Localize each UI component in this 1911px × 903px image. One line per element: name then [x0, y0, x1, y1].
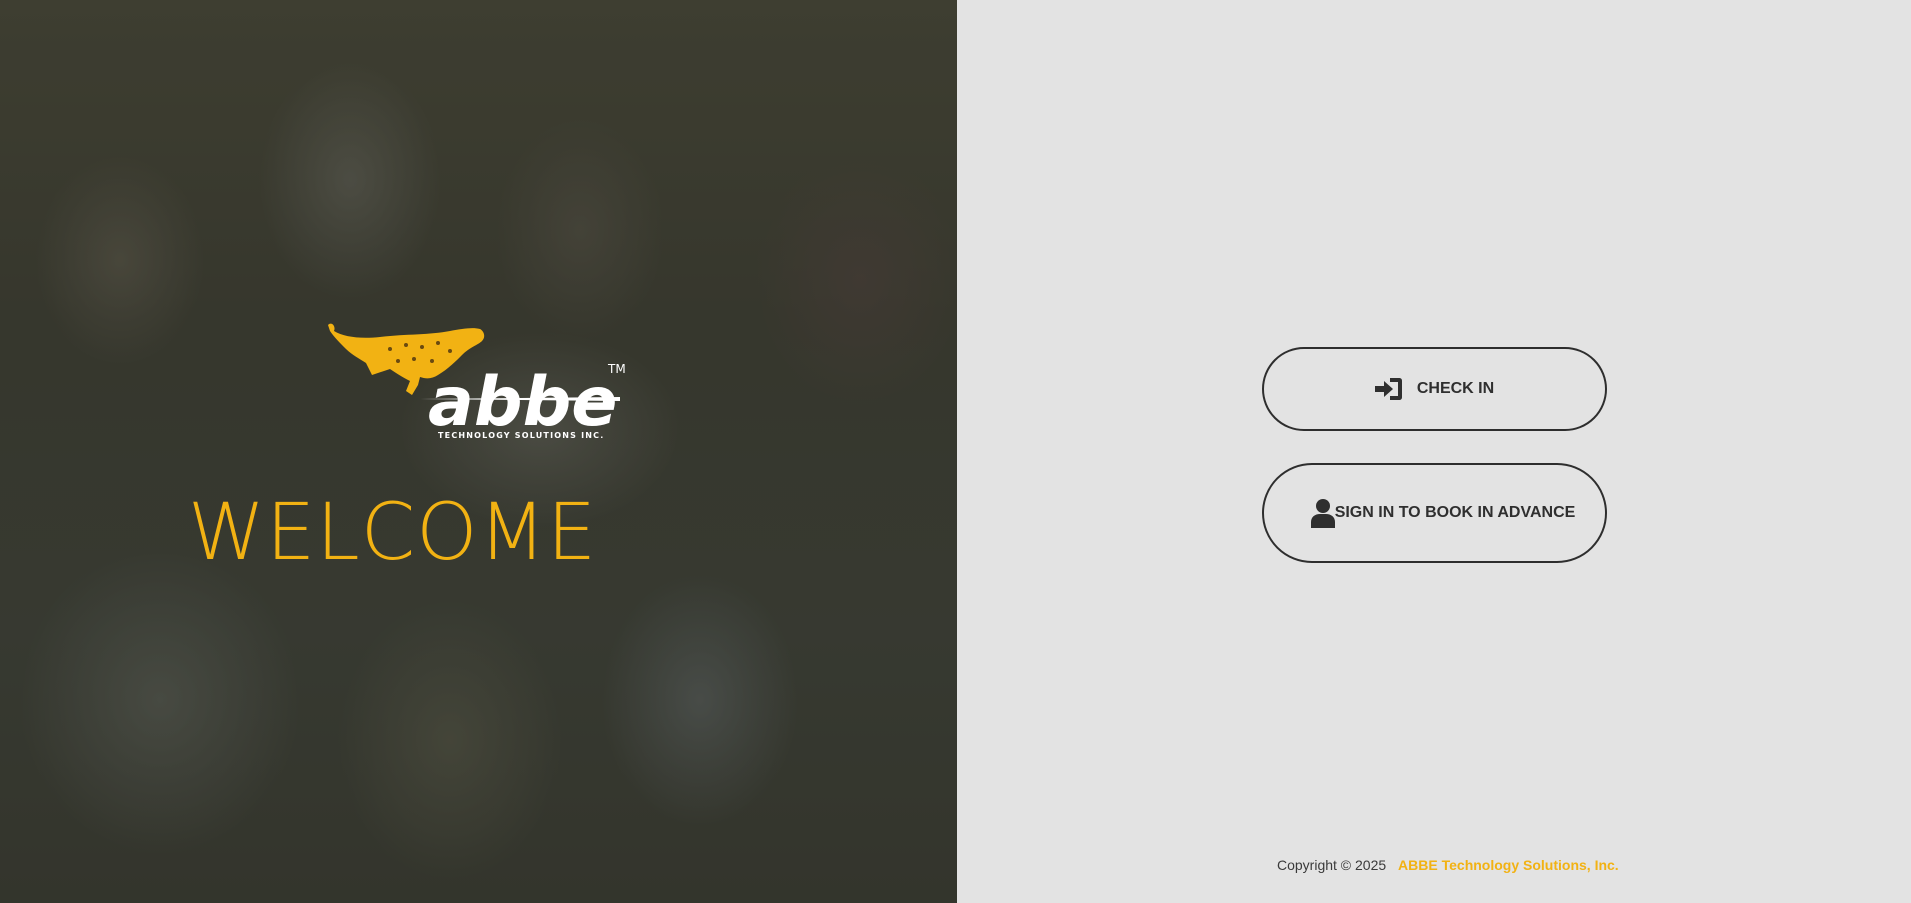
welcome-heading: WELCOME — [0, 488, 957, 578]
hero-panel: abbe TM TECHNOLOGY SOLUTIONS INC. WELCOM… — [0, 0, 957, 903]
sign-in-to-book-button[interactable]: SIGN IN TO BOOK IN ADVANCE — [1262, 463, 1607, 563]
user-icon — [1311, 498, 1335, 528]
svg-text:TM: TM — [607, 362, 626, 376]
welcome-text: WELCOME — [187, 488, 598, 578]
copyright-footer: Copyright © 2025 ABBE Technology Solutio… — [1277, 857, 1619, 873]
copyright-text: Copyright © 2025 — [1277, 857, 1387, 873]
login-page: abbe TM TECHNOLOGY SOLUTIONS INC. WELCOM… — [0, 0, 1911, 903]
check-in-label: CHECK IN — [1416, 380, 1495, 397]
actions-panel: CHECK IN SIGN IN TO BOOK IN ADVANCE Copy… — [957, 0, 1911, 903]
svg-text:TECHNOLOGY SOLUTIONS INC.: TECHNOLOGY SOLUTIONS INC. — [438, 431, 605, 440]
check-in-button[interactable]: CHECK IN — [1262, 347, 1607, 431]
company-name: ABBE Technology Solutions, Inc. — [1398, 857, 1619, 873]
sign-in-icon — [1374, 377, 1403, 401]
abbe-logo: abbe TM TECHNOLOGY SOLUTIONS INC. — [320, 315, 630, 445]
background-overlay — [0, 0, 957, 903]
